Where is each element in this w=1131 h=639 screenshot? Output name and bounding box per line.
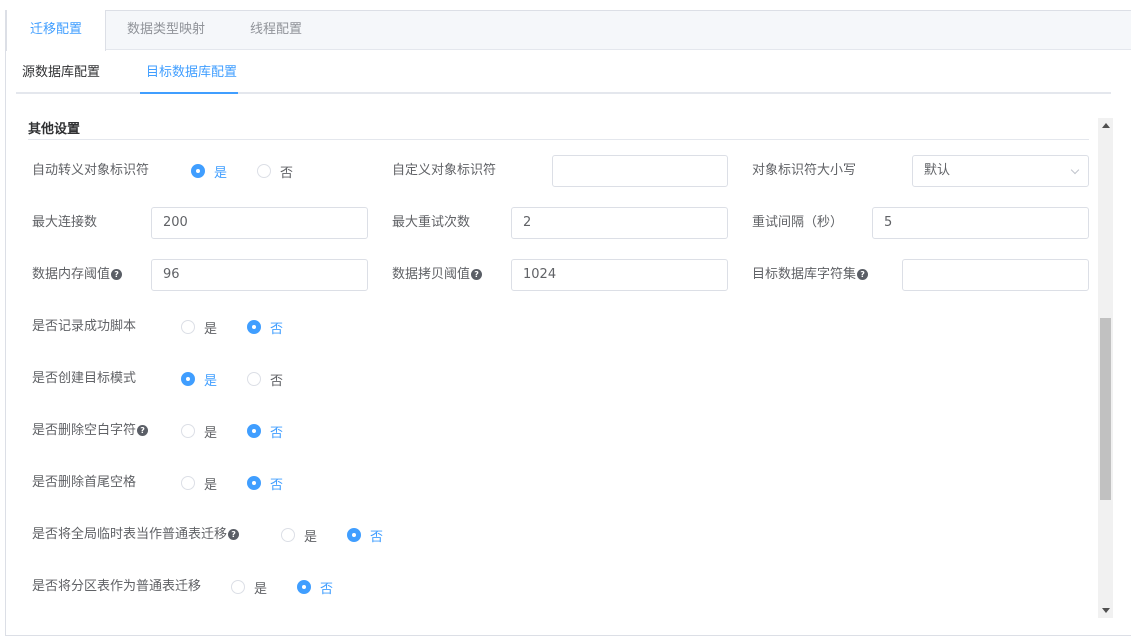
- scroll-down-arrow-icon[interactable]: [1102, 608, 1110, 613]
- question-circle-icon[interactable]: ?: [857, 269, 869, 280]
- identifier-case-label: 对象标识符大小写: [752, 163, 857, 178]
- auto-escape-yes-radio[interactable]: 是: [191, 162, 227, 181]
- radio-dot: [347, 528, 362, 542]
- max-retries-input[interactable]: 2: [511, 207, 728, 239]
- retry-interval-label: 重试间隔（秒）: [752, 215, 844, 230]
- auto-escape-no-radio[interactable]: 否: [257, 162, 293, 181]
- custom-identifier-label: 自定义对象标识符: [392, 163, 497, 178]
- target-charset-text: 目标数据库字符集: [752, 267, 857, 282]
- memory-threshold-label: 数据内存阈值?: [32, 260, 123, 290]
- create-target-schema-radio-group: 是 否: [181, 364, 313, 394]
- partition-as-normal-radio-group: 是 否: [231, 572, 363, 602]
- global-temp-as-normal-radio-group: 是 否: [281, 520, 413, 550]
- tab-target-db-config[interactable]: 目标数据库配置: [146, 60, 237, 92]
- remove-whitespace-radio-group: 是 否: [181, 416, 313, 446]
- remove-whitespace-no-radio[interactable]: 否: [247, 422, 283, 441]
- radio-dot: [191, 164, 205, 178]
- auto-escape-radio-group: 是 否: [191, 156, 323, 186]
- trim-spaces-yes-radio[interactable]: 是: [181, 474, 217, 493]
- identifier-case-select[interactable]: 默认: [912, 155, 1089, 187]
- memory-threshold-input[interactable]: 96: [151, 259, 368, 291]
- remove-whitespace-text: 是否删除空白字符: [32, 423, 137, 438]
- retry-interval-input[interactable]: 5: [872, 207, 1089, 239]
- create-target-schema-yes-radio[interactable]: 是: [181, 370, 217, 389]
- scrollbar-thumb[interactable]: [1100, 318, 1111, 500]
- scroll-up-arrow-icon[interactable]: [1102, 123, 1110, 128]
- radio-dot: [247, 372, 262, 386]
- partition-as-normal-yes-radio[interactable]: 是: [231, 578, 267, 597]
- global-temp-as-normal-no-radio[interactable]: 否: [347, 526, 383, 545]
- radio-dot: [247, 424, 262, 438]
- radio-dot: [231, 580, 245, 594]
- radio-label: 否: [270, 425, 284, 441]
- top-tab-bar: 迁移配置 数据类型映射 线程配置: [6, 10, 1131, 51]
- radio-dot: [181, 372, 195, 386]
- max-connections-input[interactable]: 200: [151, 207, 368, 239]
- tab-thread-config[interactable]: 线程配置: [226, 10, 326, 50]
- radio-label: 是: [204, 477, 218, 493]
- create-target-schema-label: 是否创建目标模式: [32, 371, 137, 386]
- log-success-script-no-radio[interactable]: 否: [247, 318, 283, 337]
- radio-dot: [247, 476, 262, 490]
- identifier-case-value: 默认: [924, 163, 951, 178]
- remove-whitespace-yes-radio[interactable]: 是: [181, 422, 217, 441]
- tab-source-db-config[interactable]: 源数据库配置: [22, 60, 100, 92]
- log-success-script-radio-group: 是 否: [181, 312, 313, 342]
- copy-threshold-input[interactable]: 1024: [511, 259, 728, 291]
- memory-threshold-text: 数据内存阈值: [32, 267, 111, 282]
- partition-as-normal-label: 是否将分区表作为普通表迁移: [32, 579, 202, 594]
- radio-label: 是: [254, 581, 268, 597]
- global-temp-as-normal-text: 是否将全局临时表当作普通表迁移: [32, 527, 228, 542]
- question-circle-icon[interactable]: ?: [137, 425, 149, 436]
- remove-whitespace-label: 是否删除空白字符?: [32, 416, 149, 446]
- radio-dot: [281, 528, 295, 542]
- sub-tab-bar: 源数据库配置 目标数据库配置: [16, 60, 1111, 94]
- section-title: 其他设置: [28, 122, 81, 137]
- radio-label: 是: [204, 321, 218, 337]
- radio-dot: [257, 164, 272, 178]
- radio-label: 否: [270, 321, 284, 337]
- global-temp-as-normal-label: 是否将全局临时表当作普通表迁移?: [32, 520, 240, 550]
- radio-dot: [297, 580, 312, 594]
- max-connections-label: 最大连接数: [32, 215, 98, 230]
- vertical-scrollbar[interactable]: [1098, 118, 1113, 618]
- radio-label: 否: [280, 165, 294, 181]
- radio-dot: [181, 320, 195, 334]
- tab-migration-config[interactable]: 迁移配置: [6, 10, 106, 51]
- radio-dot: [181, 476, 195, 490]
- max-retries-label: 最大重试次数: [392, 215, 471, 230]
- partition-as-normal-no-radio[interactable]: 否: [297, 578, 333, 597]
- target-charset-label: 目标数据库字符集?: [752, 260, 869, 290]
- radio-label: 否: [270, 477, 284, 493]
- radio-label: 否: [270, 373, 284, 389]
- log-success-script-label: 是否记录成功脚本: [32, 319, 137, 334]
- custom-identifier-input[interactable]: [552, 155, 728, 187]
- chevron-down-icon: [1070, 165, 1080, 175]
- create-target-schema-no-radio[interactable]: 否: [247, 370, 283, 389]
- radio-label: 是: [204, 425, 218, 441]
- copy-threshold-text: 数据拷贝阈值: [392, 267, 471, 282]
- target-charset-input[interactable]: [902, 259, 1089, 291]
- tab-datatype-mapping[interactable]: 数据类型映射: [106, 10, 226, 50]
- section-divider: [28, 139, 1089, 140]
- radio-label: 否: [370, 529, 384, 545]
- radio-label: 是: [214, 165, 228, 181]
- trim-spaces-no-radio[interactable]: 否: [247, 474, 283, 493]
- question-circle-icon[interactable]: ?: [111, 269, 123, 280]
- auto-escape-label: 自动转义对象标识符: [32, 163, 150, 178]
- radio-label: 否: [320, 581, 334, 597]
- trim-spaces-label: 是否删除首尾空格: [32, 475, 137, 490]
- radio-label: 是: [204, 373, 218, 389]
- active-tab-indicator: [140, 92, 238, 94]
- radio-dot: [247, 320, 262, 334]
- radio-label: 是: [304, 529, 318, 545]
- question-circle-icon[interactable]: ?: [228, 529, 240, 540]
- global-temp-as-normal-yes-radio[interactable]: 是: [281, 526, 317, 545]
- trim-spaces-radio-group: 是 否: [181, 468, 313, 498]
- copy-threshold-label: 数据拷贝阈值?: [392, 260, 483, 290]
- radio-dot: [181, 424, 195, 438]
- log-success-script-yes-radio[interactable]: 是: [181, 318, 217, 337]
- question-circle-icon[interactable]: ?: [471, 269, 483, 280]
